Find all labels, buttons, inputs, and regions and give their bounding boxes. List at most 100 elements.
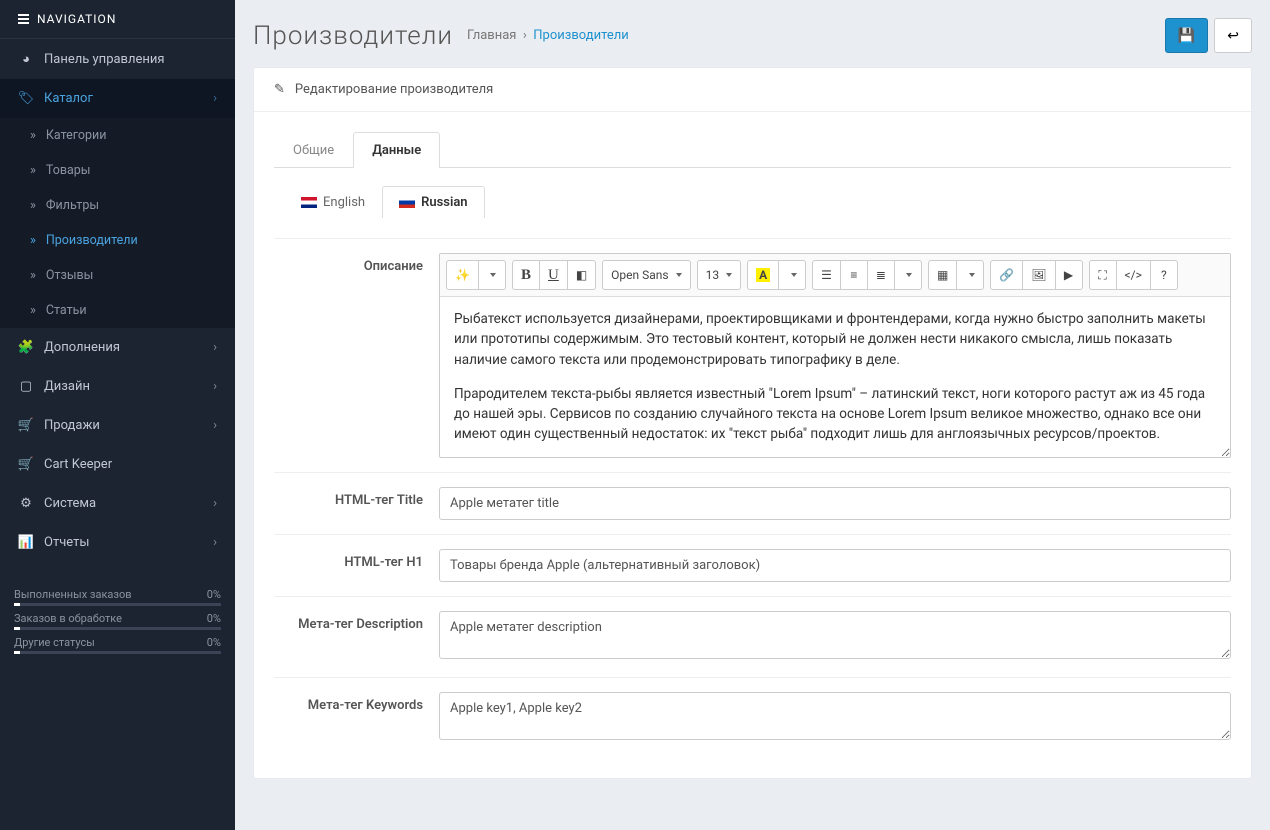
meta-description-input[interactable]: Apple метатег description xyxy=(439,611,1231,659)
display-icon: ▢ xyxy=(18,379,34,394)
double-chevron-icon: » xyxy=(30,163,36,178)
chevron-right-icon: › xyxy=(213,535,217,550)
editor-magic-dropdown[interactable] xyxy=(478,260,506,290)
panel-heading: ✎ Редактирование производителя xyxy=(254,68,1251,112)
breadcrumb-home[interactable]: Главная xyxy=(467,28,516,43)
stat-bar xyxy=(14,603,221,606)
breadcrumb-current[interactable]: Производители xyxy=(533,28,629,43)
page-header: Производители Главная › Производители 💾 … xyxy=(253,0,1252,67)
nav-dashboard[interactable]: ◕ Панель управления xyxy=(0,39,235,79)
nav-header[interactable]: NAVIGATION xyxy=(0,0,235,39)
nav-sales[interactable]: 🛒 Продажи › xyxy=(0,406,235,445)
puzzle-icon: 🧩 xyxy=(18,340,34,355)
meta-description-label: Мета-тег Description xyxy=(274,611,439,663)
editor-video-button[interactable]: ▶ xyxy=(1055,260,1083,290)
nav-label: Каталог xyxy=(44,91,93,106)
h1-input[interactable] xyxy=(439,549,1231,582)
meta-keywords-label: Мета-тег Keywords xyxy=(274,692,439,744)
editor-paragraph-button[interactable]: ≣ xyxy=(867,260,895,290)
edit-panel: ✎ Редактирование производителя Общие Дан… xyxy=(253,67,1252,779)
nav-catalog[interactable]: 🏷 Каталог › xyxy=(0,79,235,118)
save-icon: 💾 xyxy=(1178,27,1195,44)
page-title: Производители xyxy=(253,21,453,51)
editor-ol-button[interactable]: ≡ xyxy=(840,260,868,290)
editor-table-dropdown[interactable] xyxy=(956,260,984,290)
stat-row: Выполненных заказов0% xyxy=(14,582,221,603)
nav-reviews[interactable]: »Отзывы xyxy=(0,258,235,293)
sidebar-stats: Выполненных заказов0% Заказов в обработк… xyxy=(14,582,221,654)
double-chevron-icon: » xyxy=(30,233,36,248)
meta-keywords-input[interactable]: Apple key1, Apple key2 xyxy=(439,692,1231,740)
chevron-right-icon: › xyxy=(213,418,217,433)
editor-font-size-select[interactable]: 13 xyxy=(697,260,742,290)
nav-label: Система xyxy=(44,496,96,511)
chevron-right-icon: › xyxy=(213,91,217,106)
reply-icon: ↩ xyxy=(1227,27,1239,44)
nav-label: Дополнения xyxy=(44,340,120,355)
nav-label: Cart Keeper xyxy=(44,457,112,472)
language-tabs: English Russian xyxy=(274,186,1231,218)
nav-label: Отчеты xyxy=(44,535,89,550)
nav-label: Дизайн xyxy=(44,379,90,394)
back-button[interactable]: ↩ xyxy=(1214,18,1252,53)
nav-design[interactable]: ▢ Дизайн › xyxy=(0,367,235,406)
tab-data[interactable]: Данные xyxy=(353,132,440,168)
nav-products[interactable]: »Товары xyxy=(0,153,235,188)
editor-ul-button[interactable]: ☰ xyxy=(812,260,841,290)
editor-eraser-button[interactable]: ◧ xyxy=(567,260,596,290)
editor-paragraph-dropdown[interactable] xyxy=(894,260,922,290)
editor-magic-button[interactable]: ✨ xyxy=(446,260,479,290)
editor-fullscreen-button[interactable]: ⛶ xyxy=(1089,260,1117,290)
bars-icon: 📊 xyxy=(18,535,34,550)
nav-menu: ◕ Панель управления 🏷 Каталог › »Категор… xyxy=(0,39,235,562)
stat-row: Другие статусы0% xyxy=(14,630,221,651)
main-tabs: Общие Данные xyxy=(274,132,1231,168)
editor-link-button[interactable]: 🔗 xyxy=(990,260,1023,290)
editor-table-button[interactable]: ▦ xyxy=(928,260,957,290)
stat-bar xyxy=(14,627,221,630)
title-label: HTML-тег Title xyxy=(274,487,439,520)
double-chevron-icon: » xyxy=(30,128,36,143)
main-content: Производители Главная › Производители 💾 … xyxy=(235,0,1270,830)
tab-general[interactable]: Общие xyxy=(274,132,353,168)
editor-text-color-dropdown[interactable] xyxy=(778,260,806,290)
nav-label: Панель управления xyxy=(44,52,165,67)
double-chevron-icon: » xyxy=(30,198,36,213)
title-input[interactable] xyxy=(439,487,1231,520)
editor-font-family-select[interactable]: Open Sans xyxy=(602,260,690,290)
nav-cart-keeper[interactable]: 🛒 Cart Keeper xyxy=(0,445,235,484)
description-label: Описание xyxy=(274,253,439,458)
cart-icon: 🛒 xyxy=(18,418,34,433)
nav-reports[interactable]: 📊 Отчеты › xyxy=(0,523,235,562)
save-button[interactable]: 💾 xyxy=(1165,18,1208,53)
editor-toolbar: ✨ B U ◧ Open Sans 13 xyxy=(440,254,1230,297)
nav-title: NAVIGATION xyxy=(37,12,116,26)
stat-row: Заказов в обработке0% xyxy=(14,606,221,627)
cart-icon: 🛒 xyxy=(18,457,34,472)
lang-tab-english[interactable]: English xyxy=(284,186,382,218)
editor-image-button[interactable]: 🖼 xyxy=(1022,260,1055,290)
nav-label: Продажи xyxy=(44,418,100,433)
nav-extensions[interactable]: 🧩 Дополнения › xyxy=(0,328,235,367)
editor-code-button[interactable]: </> xyxy=(1116,260,1151,290)
hamburger-icon xyxy=(18,14,29,24)
tag-icon: 🏷 xyxy=(18,91,34,106)
double-chevron-icon: » xyxy=(30,268,36,283)
stat-bar xyxy=(14,651,221,654)
nav-categories[interactable]: »Категории xyxy=(0,118,235,153)
editor-text-color-button[interactable]: A xyxy=(747,260,779,290)
h1-label: HTML-тег H1 xyxy=(274,549,439,582)
lang-tab-russian[interactable]: Russian xyxy=(382,186,485,218)
editor-bold-button[interactable]: B xyxy=(512,260,540,290)
editor-help-button[interactable]: ? xyxy=(1150,260,1178,290)
nav-system[interactable]: ⚙ Система › xyxy=(0,484,235,523)
editor-underline-button[interactable]: U xyxy=(539,260,568,290)
editor-content-area[interactable]: Рыбатекст используется дизайнерами, прое… xyxy=(440,297,1230,457)
chevron-right-icon: › xyxy=(213,496,217,511)
nav-catalog-submenu: »Категории »Товары »Фильтры »Производите… xyxy=(0,118,235,328)
nav-filters[interactable]: »Фильтры xyxy=(0,188,235,223)
double-chevron-icon: » xyxy=(30,303,36,318)
nav-manufacturers[interactable]: »Производители xyxy=(0,223,235,258)
sidebar: NAVIGATION ◕ Панель управления 🏷 Каталог… xyxy=(0,0,235,830)
nav-articles[interactable]: »Статьи xyxy=(0,293,235,328)
